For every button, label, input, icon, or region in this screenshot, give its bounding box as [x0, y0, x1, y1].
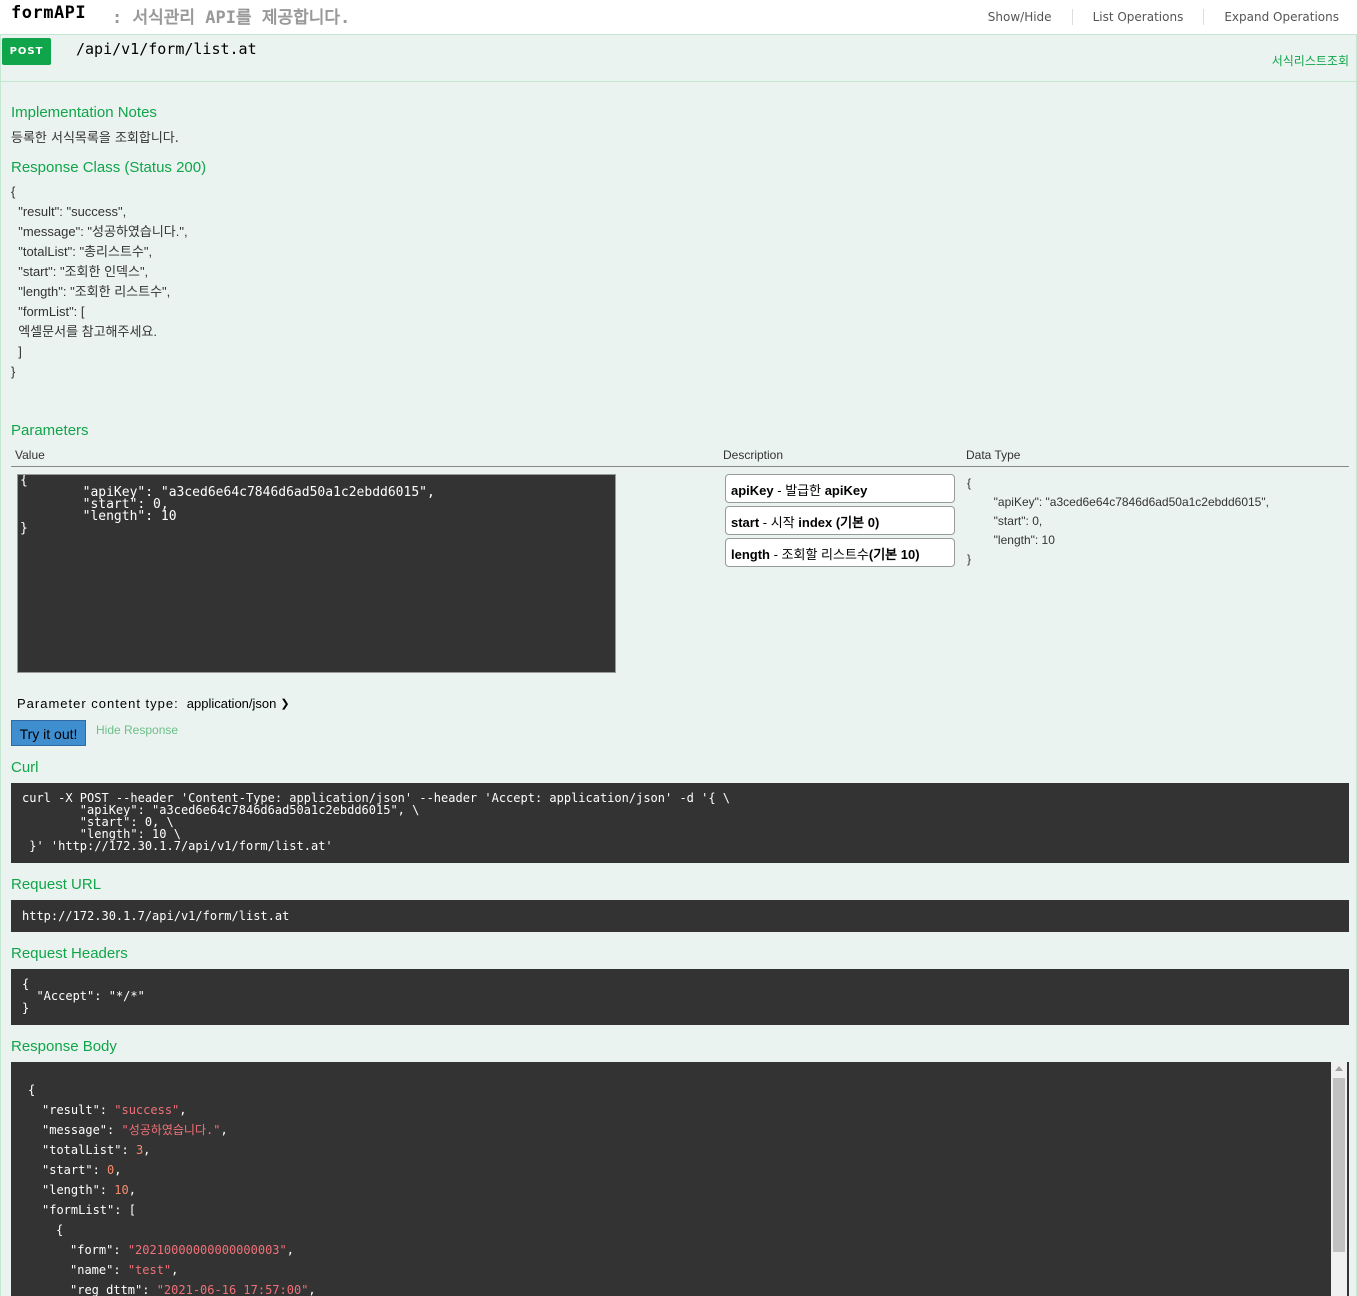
json-key: "result": [42, 1103, 100, 1117]
response-line: "message": "성공하였습니다.",: [42, 1123, 228, 1137]
json-value: "success": [114, 1103, 180, 1117]
response-line: "name": "test",: [70, 1263, 179, 1277]
response-class-title: Response Class (Status 200): [11, 159, 207, 176]
json-value: 3: [135, 1143, 144, 1157]
response-body-scrollbar[interactable]: [1331, 1062, 1347, 1296]
scroll-up-icon[interactable]: [1335, 1066, 1343, 1071]
response-body-title: Response Body: [11, 1038, 117, 1055]
param-desc-text: - 조회할 리스트수: [770, 547, 869, 562]
response-line: "formList": [: [42, 1203, 136, 1217]
response-line: "totalList": 3,: [42, 1143, 151, 1157]
parameters-title: Parameters: [11, 422, 89, 439]
resource-name[interactable]: formAPI: [11, 3, 86, 23]
resource-links: Show/Hide List Operations Expand Operati…: [968, 9, 1339, 25]
response-line: "result": "success",: [42, 1103, 187, 1117]
param-name: length: [731, 547, 770, 562]
data-type-model[interactable]: { "apiKey": "a3ced6e64c7846d6ad50a1c2ebd…: [967, 474, 1269, 569]
json-value: {: [28, 1083, 36, 1097]
response-line: {: [28, 1080, 316, 1100]
json-key: "name": [70, 1263, 114, 1277]
chevron-down-icon: ❯: [280, 698, 290, 710]
response-line: "length": 10,: [42, 1183, 136, 1197]
column-data-type: Data Type: [966, 448, 1021, 462]
operation-path[interactable]: /api/v1/form/list.at: [76, 40, 257, 58]
curl-command: curl -X POST --header 'Content-Type: app…: [11, 783, 1349, 863]
scrollbar-thumb[interactable]: [1333, 1078, 1345, 1252]
json-key: "message": [42, 1123, 108, 1137]
resource-description: : 서식관리 API를 제공합니다.: [112, 8, 351, 28]
request-url-title: Request URL: [11, 876, 102, 893]
request-headers-title: Request Headers: [11, 945, 128, 962]
content-type-label: Parameter content type:: [17, 696, 179, 711]
param-name: apiKey: [731, 483, 774, 498]
content-type-value: application/json: [186, 696, 277, 711]
param-desc-bold: (기본 10): [868, 547, 920, 562]
column-value: Value: [15, 448, 45, 462]
json-value: {: [56, 1223, 64, 1237]
resource-header: formAPI : 서식관리 API를 제공합니다. Show/Hide Lis…: [0, 0, 1357, 34]
json-key: "reg_dttm": [70, 1283, 143, 1296]
response-body-code: { "result": "success", "message": "성공하였습니다…: [28, 1080, 316, 1296]
response-line: "start": 0,: [42, 1163, 122, 1177]
param-desc-start: start - 시작 index (기본 0): [725, 506, 955, 535]
try-it-out-button[interactable]: Try it out!: [11, 720, 86, 746]
operation-summary[interactable]: 서식리스트조회: [1272, 52, 1349, 69]
column-description: Description: [723, 448, 784, 462]
show-hide-link[interactable]: Show/Hide: [968, 9, 1072, 25]
response-line: "form": "20210000000000000003",: [70, 1243, 294, 1257]
operation-heading[interactable]: POST /api/v1/form/list.at 서식리스트조회: [1, 35, 1356, 82]
json-value: "test": [127, 1263, 172, 1277]
list-operations-link[interactable]: List Operations: [1071, 9, 1204, 25]
json-key: "length": [42, 1183, 100, 1197]
json-value: "2021-06-16 17:57:00": [156, 1283, 309, 1296]
json-key: "formList": [42, 1203, 115, 1217]
json-value: 0: [107, 1163, 115, 1177]
param-desc-text: - 발급한: [773, 483, 825, 498]
request-headers-value: { "Accept": "*/*" }: [11, 969, 1349, 1025]
content-type-select[interactable]: application/json ❯: [187, 696, 290, 711]
param-name: start: [731, 515, 760, 530]
json-value: "성공하였습니다.": [121, 1123, 221, 1137]
expand-operations-link[interactable]: Expand Operations: [1203, 9, 1339, 25]
json-key: "form": [70, 1243, 114, 1257]
curl-title: Curl: [11, 759, 39, 776]
param-desc-bold: apiKey: [824, 483, 868, 498]
body-parameter-textarea[interactable]: { "apiKey": "a3ced6e64c7846d6ad50a1c2ebd…: [17, 474, 616, 673]
content-type-row: Parameter content type: application/json…: [17, 696, 290, 711]
response-body-panel[interactable]: { "result": "success", "message": "성공하였습니다…: [11, 1062, 1349, 1296]
implementation-notes-text: 등록한 서식목록을 조회합니다.: [11, 131, 179, 146]
param-desc-bold: index (기본 0): [798, 515, 880, 530]
response-line: "reg_dttm": "2021-06-16 17:57:00",: [70, 1283, 316, 1296]
response-class-model: { "result": "success", "message": "성공하였습…: [11, 184, 188, 379]
json-value: [: [128, 1203, 136, 1217]
json-key: "totalList": [42, 1143, 122, 1157]
http-method-badge[interactable]: POST: [2, 38, 51, 65]
request-url-value: http://172.30.1.7/api/v1/form/list.at: [11, 900, 1349, 932]
json-value: "20210000000000000003": [127, 1243, 287, 1257]
json-key: "start": [42, 1163, 93, 1177]
param-desc-text: - 시작: [759, 515, 799, 530]
param-desc-apikey: apiKey - 발급한 apiKey: [725, 474, 955, 503]
implementation-notes-title: Implementation Notes: [11, 104, 157, 121]
param-desc-length: length - 조회할 리스트수(기본 10): [725, 538, 955, 567]
parameters-table-header: Value Description Data Type: [11, 445, 1349, 467]
hide-response-link[interactable]: Hide Response: [96, 723, 178, 737]
response-line: {: [28, 1220, 316, 1240]
json-value: 10: [114, 1183, 129, 1197]
